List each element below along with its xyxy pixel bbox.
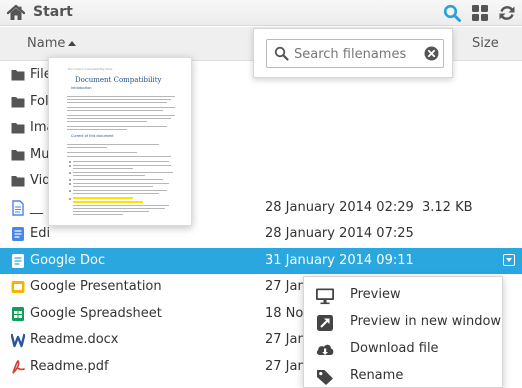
file-name: Google Spreadsheet	[30, 305, 162, 321]
menu-item-label: Preview in new window	[350, 314, 502, 329]
google-sheets-icon	[12, 306, 24, 321]
preview-heading-current: Current of this document	[71, 134, 114, 138]
file-context-menu: Preview Preview in new window Download f…	[303, 276, 503, 388]
word-icon	[11, 333, 25, 348]
folder-icon	[11, 96, 25, 107]
file-date: 27 Jan	[265, 332, 306, 347]
folder-icon	[11, 176, 25, 187]
grid-view-icon[interactable]	[471, 4, 489, 22]
menu-item-preview-new-window[interactable]: Preview in new window	[304, 310, 504, 337]
search-popover	[253, 28, 453, 78]
top-bar: Start	[0, 0, 522, 26]
file-browser: Start Name Size Files __ 28 January 2014…	[0, 0, 522, 388]
menu-item-label: Download file	[350, 341, 439, 356]
search-input[interactable]	[294, 44, 419, 64]
folder-icon	[11, 123, 25, 134]
preview-page: Document Compatibility Note Document Com…	[57, 64, 185, 224]
file-date: 28 January 2014 07:25	[265, 226, 414, 241]
search-icon[interactable]	[443, 4, 461, 22]
search-icon	[274, 46, 289, 61]
menu-item-preview[interactable]: Preview	[304, 283, 504, 310]
external-link-icon	[317, 315, 333, 331]
folder-icon	[11, 70, 25, 81]
menu-item-label: Preview	[350, 287, 401, 302]
menu-item-rename[interactable]: Rename	[304, 364, 504, 388]
preview-heading-introduction: Introduction	[71, 86, 92, 90]
pdf-icon	[12, 359, 25, 374]
file-name: __	[30, 199, 43, 215]
home-icon[interactable]	[6, 3, 26, 23]
file-date: 27 Jan	[265, 358, 306, 374]
file-row-selected[interactable]: Google Doc 31 January 2014 09:11	[0, 247, 522, 274]
name-column-header[interactable]: Name	[27, 36, 65, 51]
menu-item-download[interactable]: Download file	[304, 337, 504, 364]
file-name: Google Presentation	[30, 279, 162, 294]
menu-item-label: Rename	[350, 368, 404, 383]
file-name: Google Doc	[30, 252, 106, 268]
breadcrumb[interactable]: Start	[33, 4, 73, 20]
preview-title: Document Compatibility	[75, 76, 162, 84]
tag-icon	[317, 370, 333, 385]
file-name: Readme.docx	[30, 332, 119, 347]
file-date: 28 January 2014 02:29	[265, 199, 414, 215]
refresh-icon[interactable]	[498, 4, 516, 22]
download-icon	[316, 344, 334, 355]
file-name: Readme.pdf	[30, 358, 109, 374]
document-preview-thumbnail: Document Compatibility Note Document Com…	[48, 57, 192, 226]
clear-search-icon[interactable]	[424, 46, 439, 61]
file-date: 31 January 2014 09:11	[265, 252, 414, 268]
text-file-icon	[12, 199, 24, 216]
folder-icon	[11, 149, 25, 160]
size-column-header[interactable]: Size	[472, 36, 499, 51]
google-doc-icon	[12, 227, 24, 241]
search-box	[266, 39, 444, 68]
monitor-icon	[316, 288, 334, 305]
preview-kicker: Document Compatibility Note	[68, 67, 113, 71]
file-size: 3.12 KB	[422, 199, 473, 215]
row-menu-dropdown-icon[interactable]	[503, 253, 515, 266]
sort-ascending-icon[interactable]	[68, 41, 76, 46]
file-date: 27 Jan	[265, 279, 306, 294]
google-doc-icon	[12, 253, 24, 268]
google-slides-icon	[11, 281, 25, 293]
file-name: Edi	[30, 226, 51, 241]
